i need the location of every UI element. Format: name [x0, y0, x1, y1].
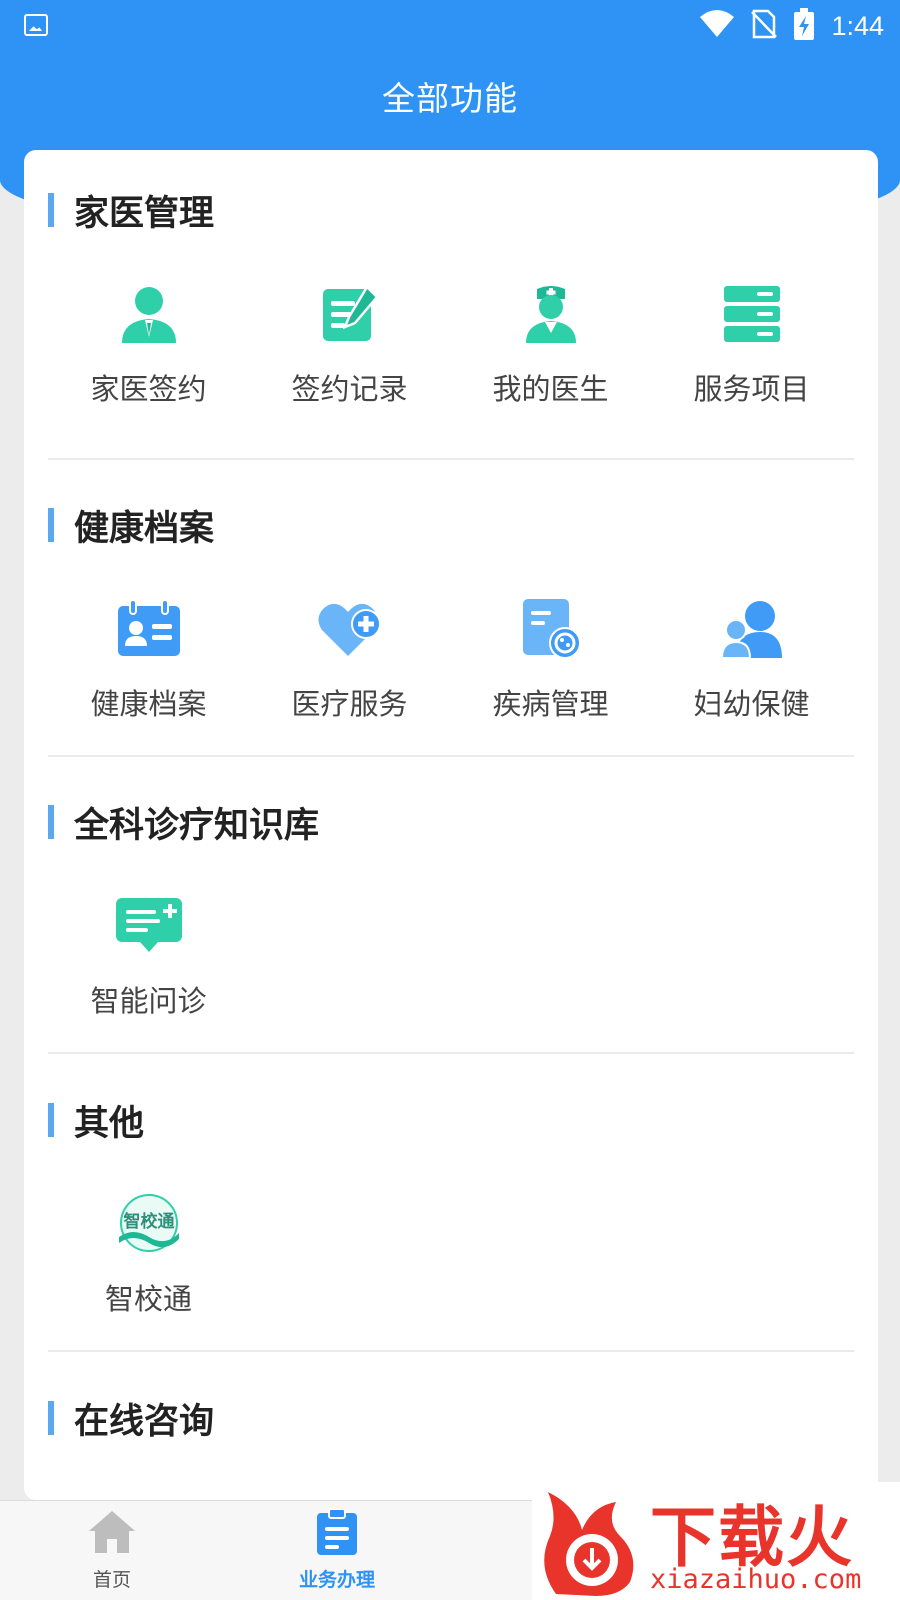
- zhixiaotong-logo-icon: 智校通: [113, 1188, 185, 1260]
- image-notification-icon: [24, 14, 48, 36]
- section-accent-bar: [48, 508, 54, 542]
- home-icon: [87, 1509, 137, 1559]
- tile-label: 家医签约: [90, 372, 207, 406]
- tab-label: 首页: [92, 1569, 131, 1591]
- section-family-doctor: 家医管理 家医签约 签约记录 我的医生 服务项目: [24, 190, 878, 460]
- section-online-consultation: 在线咨询: [24, 1398, 878, 1458]
- section-divider: [48, 1052, 854, 1054]
- tile-label: 妇幼保健: [693, 687, 810, 721]
- tile-health-records[interactable]: 健康档案: [48, 593, 249, 723]
- section-knowledge-base: 全科诊疗知识库 智能问诊: [24, 802, 878, 1052]
- section-accent-bar: [48, 805, 54, 839]
- tile-my-doctor[interactable]: 我的医生: [450, 278, 651, 408]
- tile-label: 我的医生: [492, 372, 609, 406]
- chat-plus-icon: [113, 890, 185, 962]
- tile-signing-records[interactable]: 签约记录: [249, 278, 450, 408]
- document-virus-icon: [515, 593, 587, 665]
- tile-label: 签约记录: [291, 372, 408, 406]
- heart-plus-icon: [314, 593, 386, 665]
- section-accent-bar: [48, 1401, 54, 1435]
- server-stack-icon: [716, 278, 788, 350]
- tab-home[interactable]: 首页: [22, 1509, 202, 1592]
- edit-document-icon: [314, 278, 386, 350]
- section-accent-bar: [48, 193, 54, 227]
- section-title: 全科诊疗知识库: [74, 805, 320, 846]
- section-title: 家医管理: [74, 193, 215, 234]
- flame-logo-icon: [536, 1486, 646, 1600]
- section-title: 其他: [74, 1103, 145, 1144]
- watermark: 下载火 xiazaihuo.com: [532, 1482, 900, 1600]
- section-divider: [48, 755, 854, 757]
- mother-child-icon: [716, 593, 788, 665]
- section-accent-bar: [48, 1103, 54, 1137]
- section-health-records: 健康档案 健康档案 医疗服务 疾病管理 妇幼保健: [24, 505, 878, 755]
- tile-service-items[interactable]: 服务项目: [651, 278, 852, 408]
- wifi-icon: [699, 9, 735, 43]
- section-title: 在线咨询: [74, 1401, 215, 1442]
- tile-label: 医疗服务: [291, 687, 408, 721]
- section-divider: [48, 458, 854, 460]
- section-divider: [48, 1350, 854, 1352]
- section-title: 健康档案: [74, 508, 215, 549]
- page-title: 全部功能: [382, 79, 518, 118]
- user-suit-icon: [113, 278, 185, 350]
- tile-label: 健康档案: [90, 687, 207, 721]
- tile-smart-consultation[interactable]: 智能问诊: [48, 890, 249, 1020]
- clipboard-icon: [315, 1508, 359, 1559]
- section-other: 其他 智校通 智校通: [24, 1100, 878, 1350]
- svg-text:智校通: 智校通: [123, 1211, 174, 1232]
- tile-label: 智能问诊: [90, 984, 207, 1018]
- no-sim-icon: [751, 9, 778, 43]
- watermark-url: xiazaihuo.com: [650, 1564, 862, 1595]
- tab-label: 业务办理: [298, 1569, 375, 1591]
- status-bar: 1:44: [0, 0, 900, 52]
- tile-family-doctor-signing[interactable]: 家医签约: [48, 278, 249, 408]
- tile-disease-management[interactable]: 疾病管理: [450, 593, 651, 723]
- tile-zhixiaotong[interactable]: 智校通 智校通: [48, 1188, 249, 1318]
- status-time: 1:44: [831, 10, 884, 41]
- id-card-icon: [113, 593, 185, 665]
- function-card: 家医管理 家医签约 签约记录 我的医生 服务项目 健康档案 健康档案 医疗服务 …: [24, 150, 878, 1500]
- tile-maternal-child-care[interactable]: 妇幼保健: [651, 593, 852, 723]
- tile-label: 疾病管理: [492, 687, 609, 721]
- tile-medical-service[interactable]: 医疗服务: [249, 593, 450, 723]
- nurse-icon: [515, 278, 587, 350]
- tile-label: 服务项目: [693, 372, 810, 406]
- tab-business[interactable]: 业务办理: [247, 1508, 427, 1592]
- tile-label: 智校通: [104, 1282, 192, 1316]
- battery-charging-icon: [793, 8, 815, 44]
